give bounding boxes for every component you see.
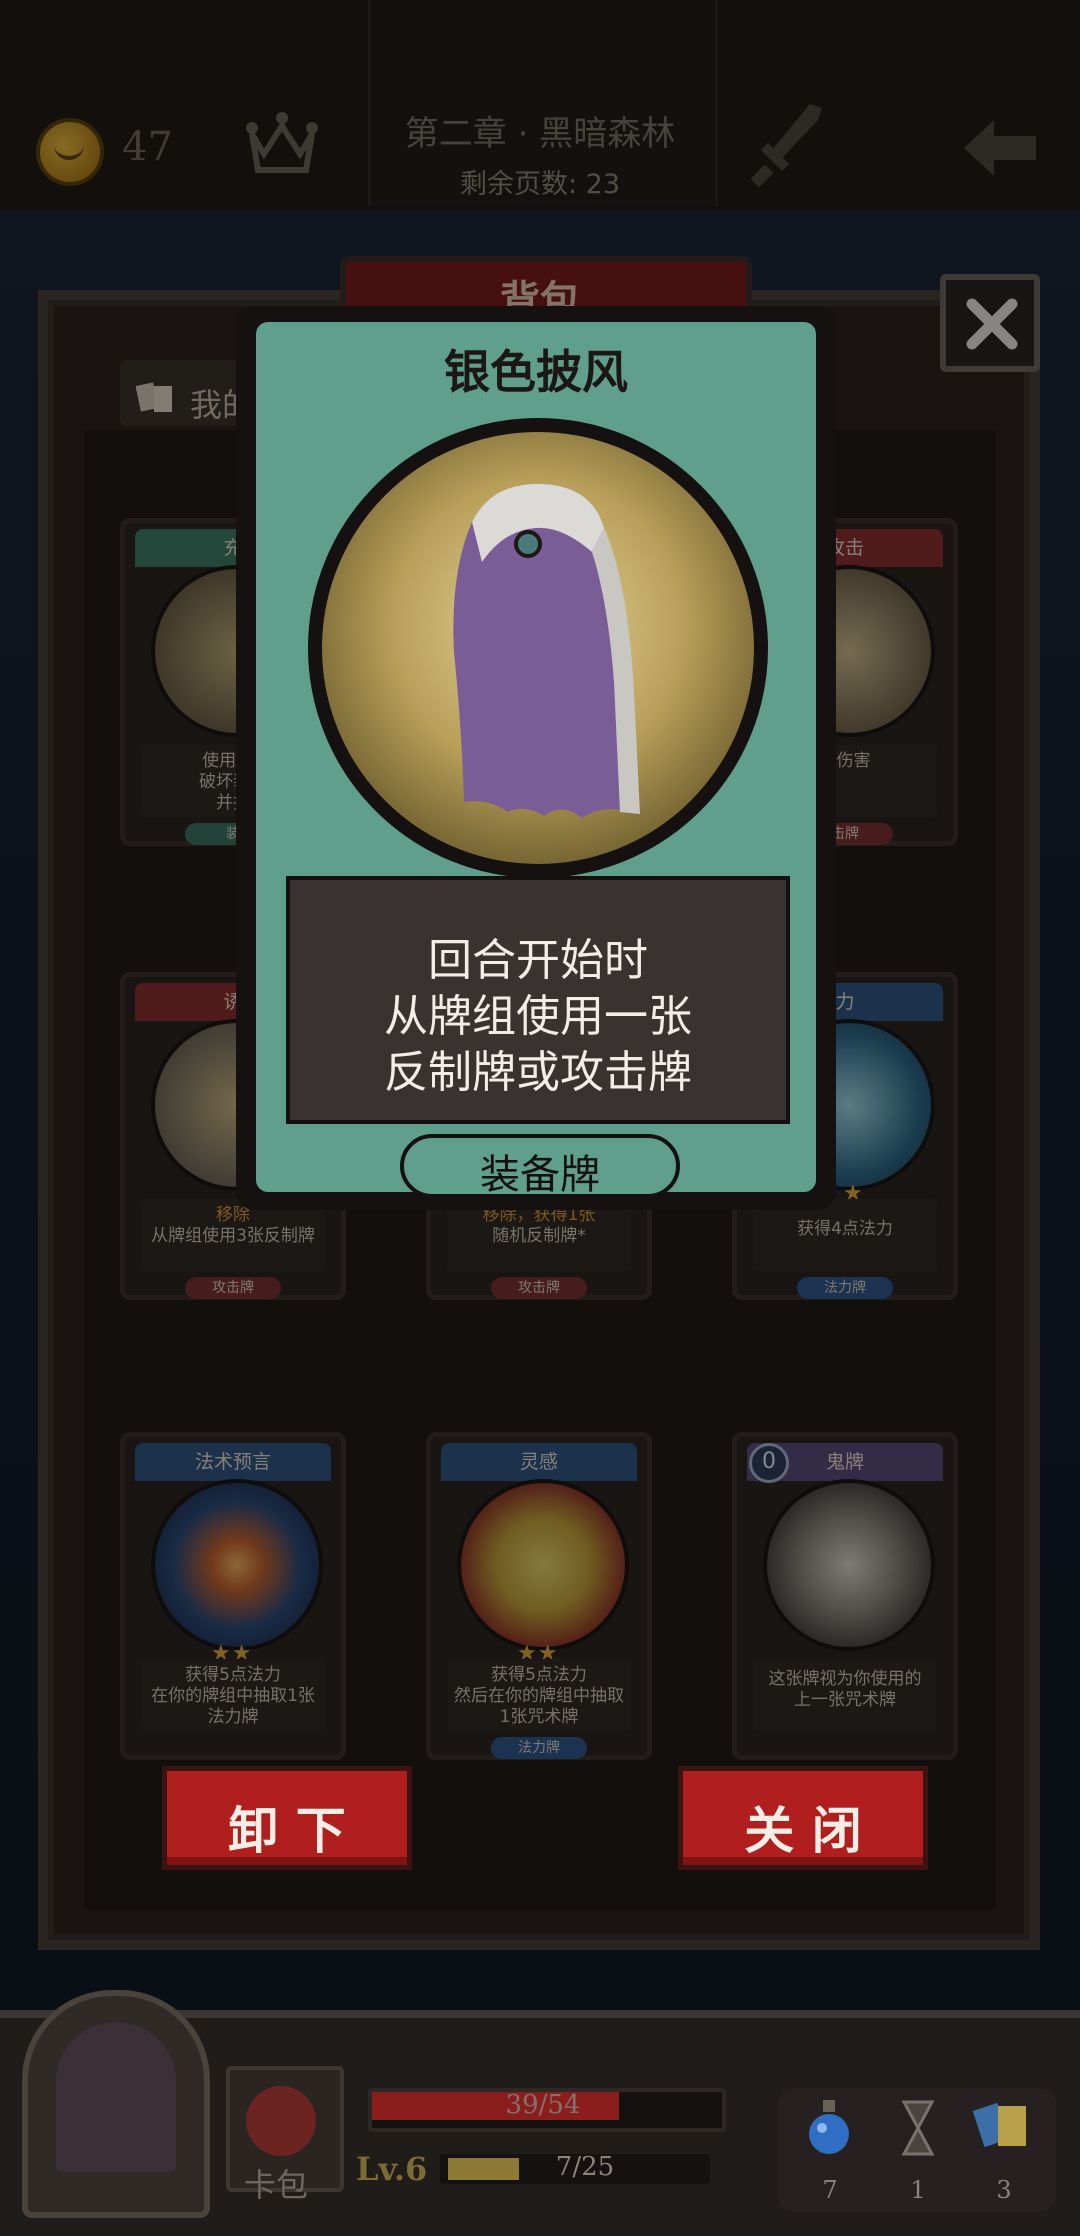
unequip-button[interactable]: 卸 下 (162, 1766, 412, 1870)
close-button[interactable]: 关 闭 (678, 1766, 928, 1870)
cards-count: 3 (996, 2176, 1012, 2204)
card-pack-icon (246, 2086, 316, 2156)
hourglass-icon[interactable] (900, 2098, 936, 2158)
cloak-illustration (308, 418, 768, 878)
description-line: 回合开始时 (428, 935, 648, 986)
level-text: Lv.6 (356, 2150, 428, 2188)
unequip-button-label: 卸 下 (228, 1802, 346, 1860)
card-detail-type: 装备牌 (480, 1152, 600, 1198)
card-detail-title: 银色披风 (444, 345, 628, 399)
cloak-icon (453, 483, 640, 818)
potion-count: 7 (822, 2176, 838, 2204)
card-pack-label: 卡包 (244, 2166, 309, 2204)
description-line: 反制牌或攻击牌 (384, 1047, 692, 1098)
cards-icon[interactable] (972, 2096, 1032, 2156)
close-button-label: 关 闭 (744, 1802, 862, 1860)
xp-bar-fill (448, 2158, 519, 2180)
potion-icon[interactable] (806, 2098, 852, 2158)
hp-text: 39/54 (505, 2090, 581, 2120)
avatar (56, 2022, 176, 2172)
xp-text: 7/25 (555, 2152, 615, 2182)
description-line: 从牌组使用一张 (384, 991, 692, 1042)
hourglass-count: 1 (910, 2176, 926, 2204)
